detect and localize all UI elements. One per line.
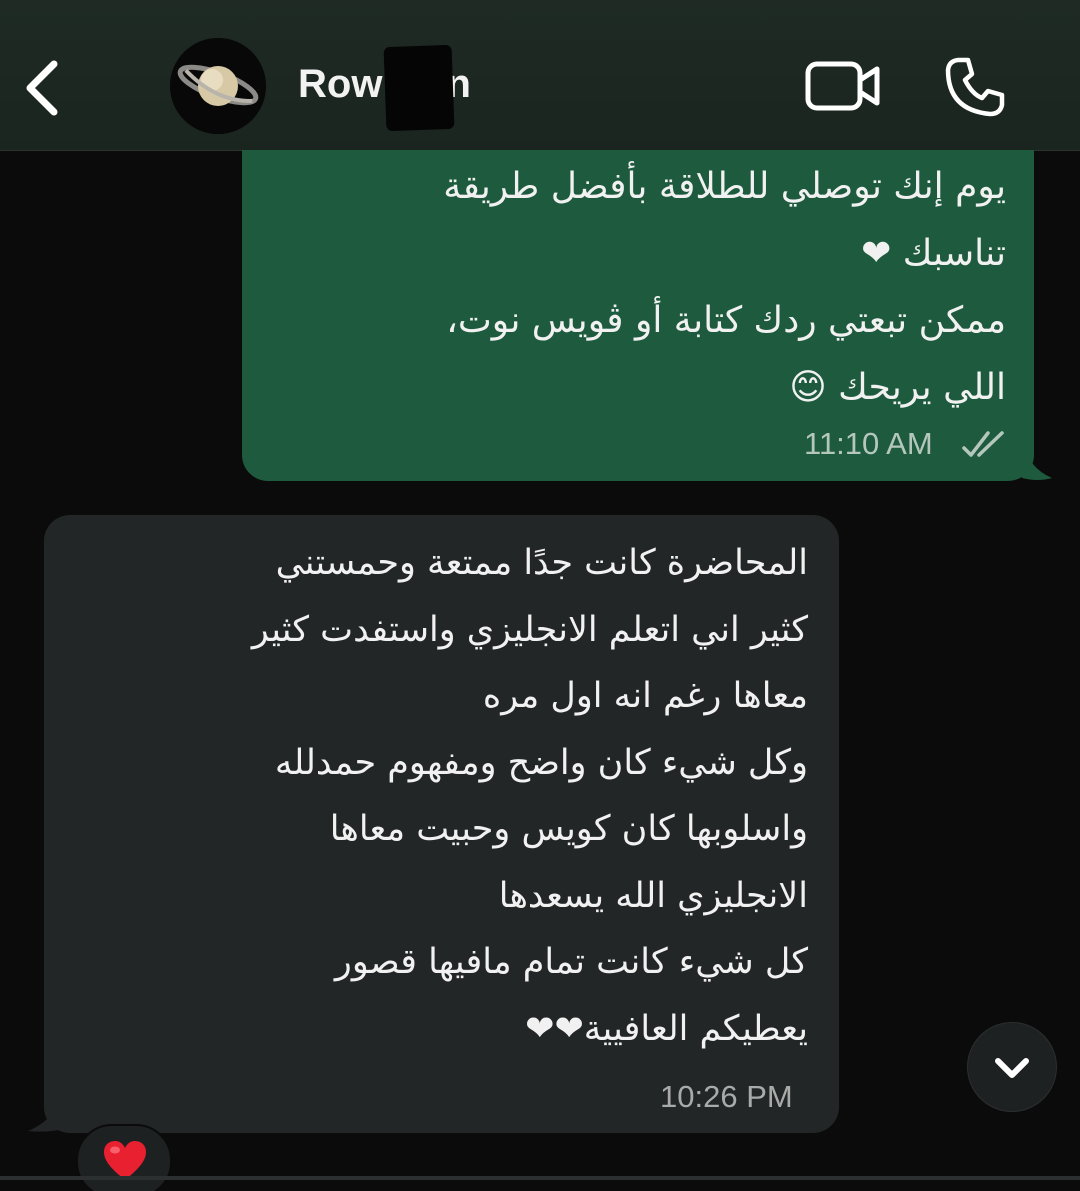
incoming-message-time: 10:26 PM bbox=[660, 1079, 793, 1114]
chat-screen: Row n يوم إنك توصلي للطلاقة بأفضل طريقة ت… bbox=[0, 0, 1080, 1191]
incoming-message-text: المحاضرة كانت جدًا ممتعة وحمستني كثير ان… bbox=[251, 543, 808, 1049]
chevron-left-icon bbox=[26, 60, 58, 116]
chat-header: Row n bbox=[0, 0, 1080, 151]
composer-divider bbox=[0, 1176, 1080, 1180]
saturn-avatar-image bbox=[170, 38, 266, 134]
back-button[interactable] bbox=[18, 58, 68, 118]
outgoing-bubble-tail bbox=[1022, 440, 1052, 480]
chevron-down-icon bbox=[995, 1058, 1029, 1078]
contact-name-prefix: Row bbox=[298, 62, 383, 106]
scroll-to-bottom-button[interactable] bbox=[967, 1022, 1057, 1112]
incoming-bubble-tail bbox=[28, 1085, 64, 1132]
name-redaction-mark bbox=[383, 44, 455, 132]
contact-avatar[interactable] bbox=[170, 38, 266, 134]
outgoing-message-text: يوم إنك توصلي للطلاقة بأفضل طريقة تناسبك… bbox=[443, 166, 1006, 408]
video-call-button[interactable] bbox=[805, 60, 881, 112]
outgoing-message-time: 11:10 AM bbox=[804, 426, 933, 461]
voice-call-button[interactable] bbox=[944, 56, 1006, 118]
message-reaction[interactable] bbox=[76, 1124, 172, 1191]
phone-icon bbox=[945, 57, 1005, 117]
video-call-icon bbox=[805, 61, 880, 111]
double-check-icon bbox=[962, 431, 1004, 457]
